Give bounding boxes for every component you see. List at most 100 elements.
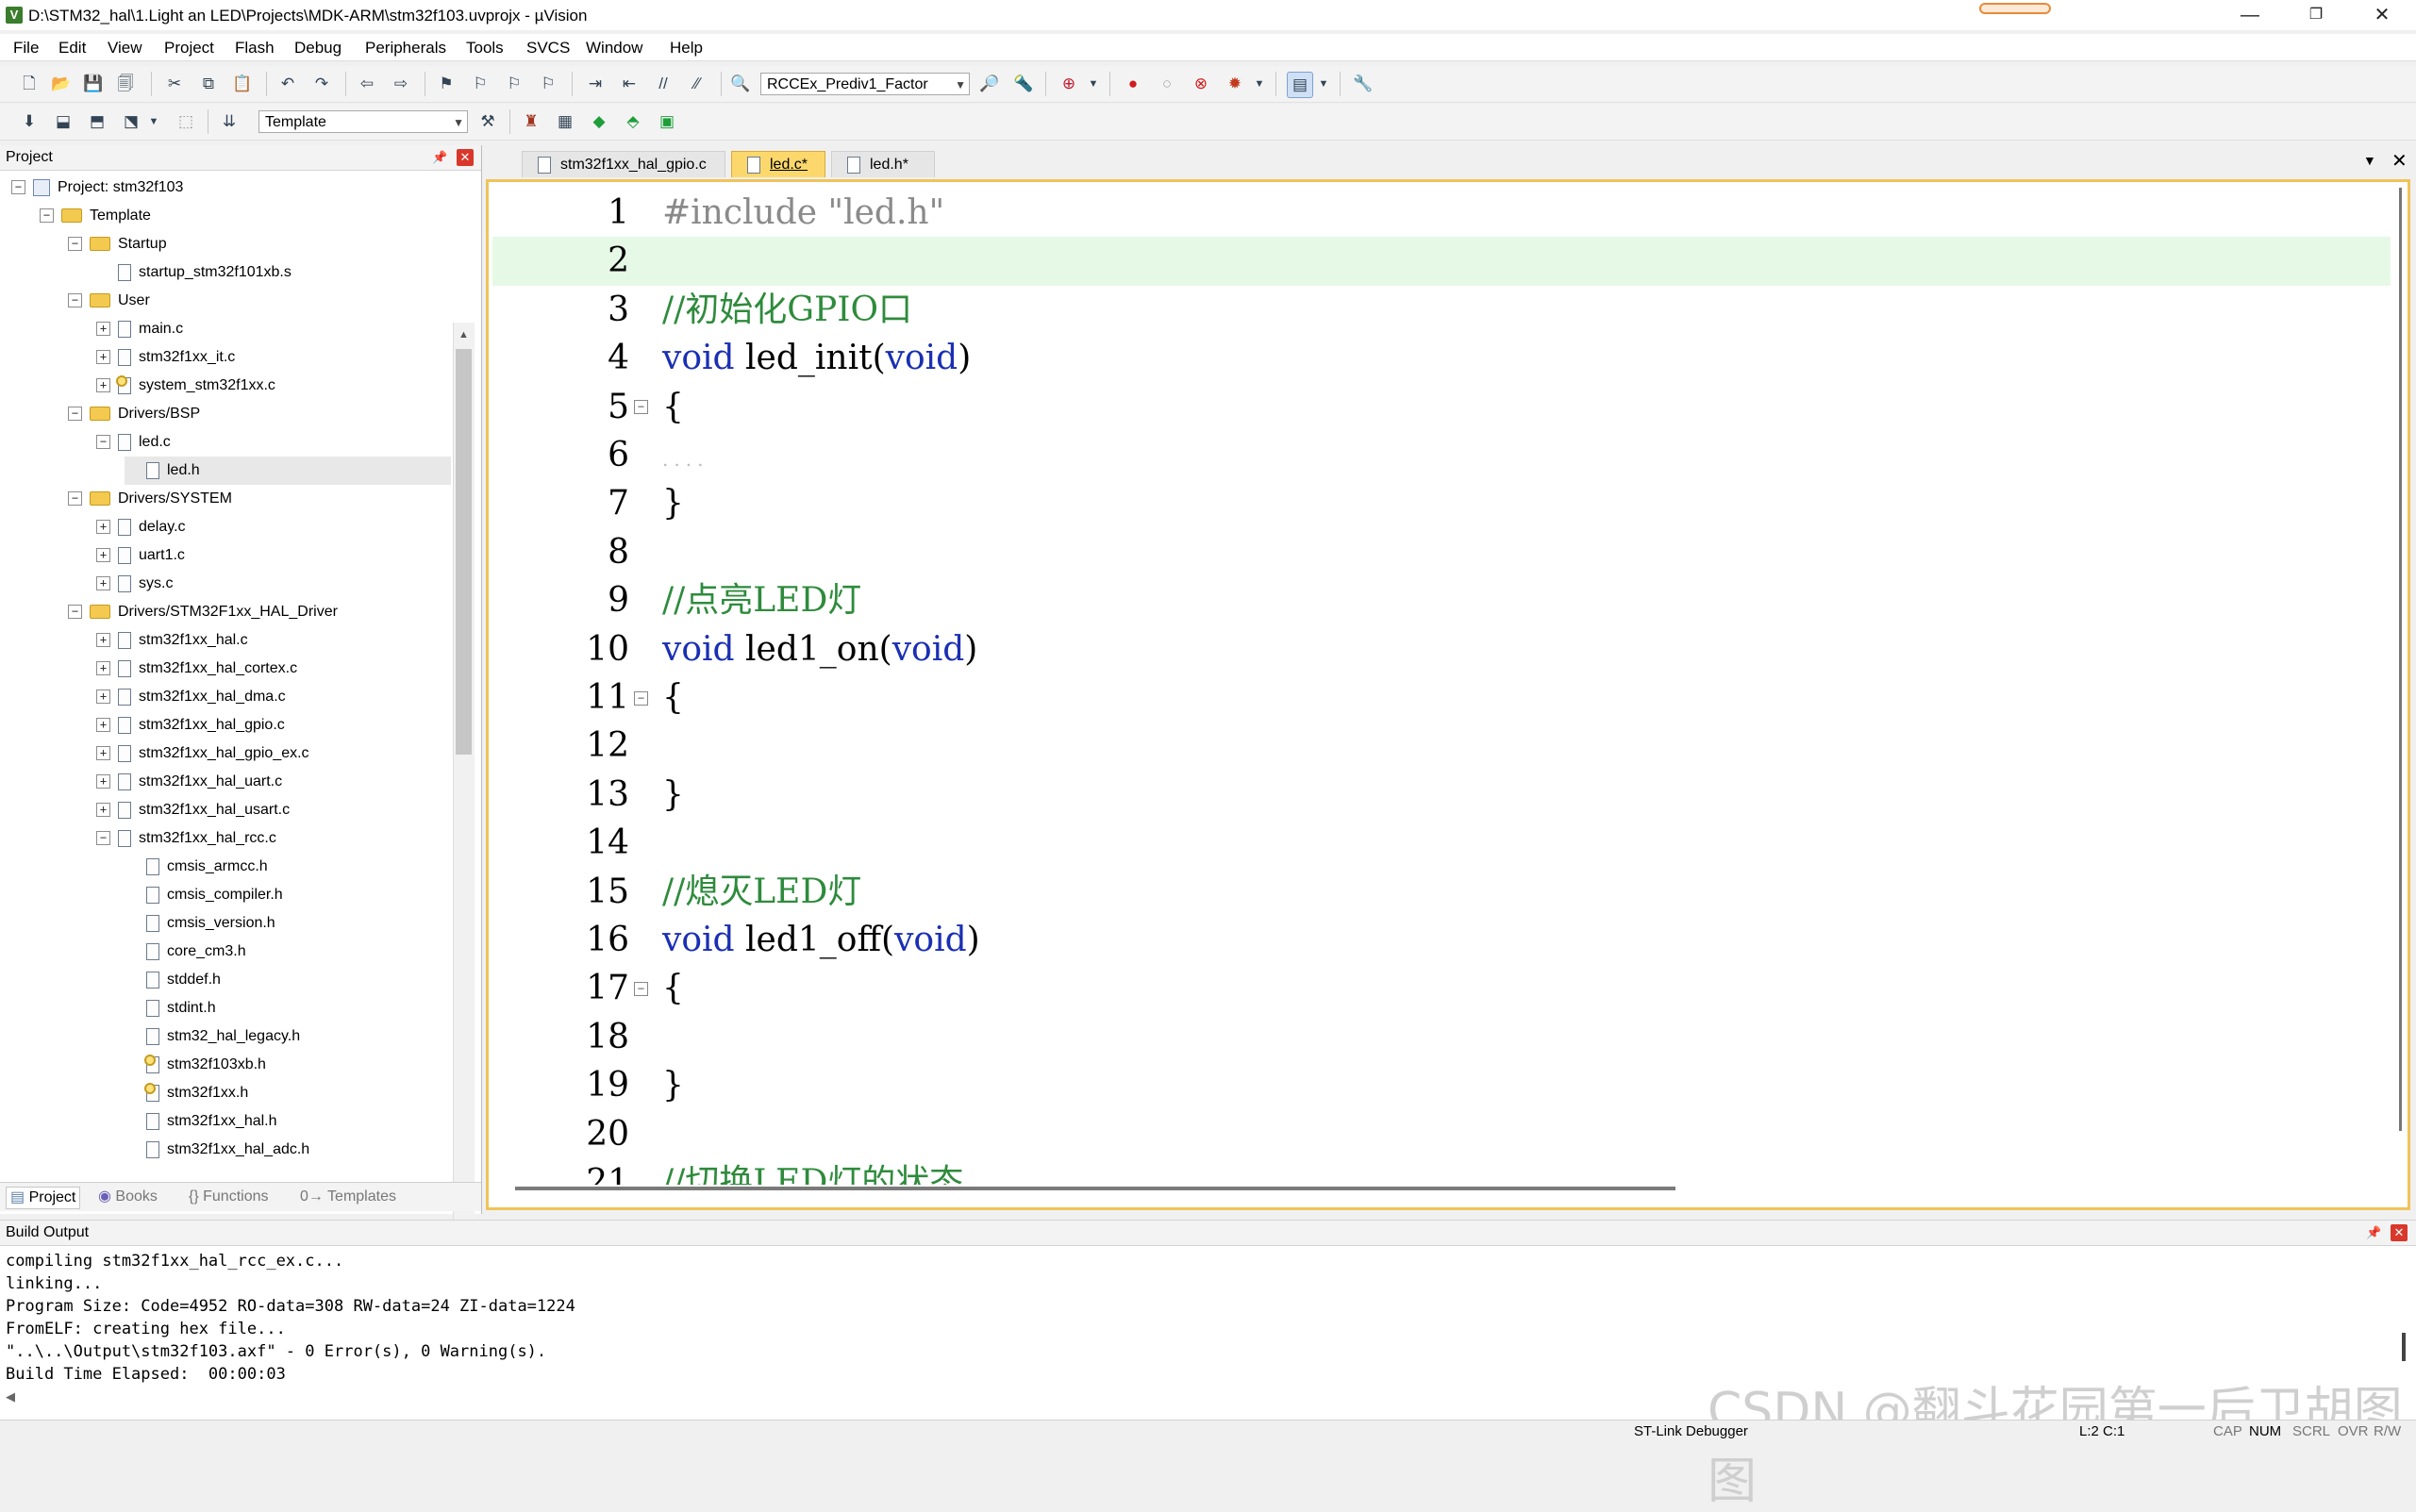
chevron-down-icon[interactable]: ▼ [1081,72,1106,96]
scroll-up-icon[interactable]: ▲ [456,326,472,343]
open-file-icon[interactable]: 📂 [49,72,74,96]
paste-icon[interactable]: 📋 [230,72,255,96]
tree-item[interactable]: cmsis_version.h [125,909,451,938]
tab-led-c[interactable]: led.c* [731,151,825,177]
close-window-button[interactable]: ✕ [2349,0,2415,30]
menu-window[interactable]: Window [586,39,642,58]
menu-view[interactable]: View [108,39,142,58]
collapse-icon[interactable]: − [11,180,25,195]
code-line[interactable]: 1 #include "led.h" [492,189,2391,237]
manage-project-items-icon[interactable]: ♜ [519,109,543,134]
menu-peripherals[interactable]: Peripherals [365,39,446,58]
editor-horizontal-scrollbar[interactable] [515,1187,1675,1190]
tree-item[interactable]: − Drivers/STM32F1xx_HAL_Driver [68,598,451,626]
code-line[interactable]: 4 void led_init(void) [492,334,2391,382]
tree-item[interactable]: + stm32f1xx_hal_usart.c [96,796,451,824]
next-bookmark-icon[interactable]: ⚐ [502,72,526,96]
chevron-down-icon[interactable]: ▼ [453,111,464,134]
expand-icon[interactable]: + [96,718,110,733]
tab-list-dropdown-icon[interactable]: ▼ [2363,153,2376,168]
select-packs-icon[interactable]: ◆ [587,109,611,134]
navigate-back-icon[interactable]: ⇦ [355,72,379,96]
window-layout-icon[interactable]: ▤ [1287,72,1313,98]
collapse-icon[interactable]: − [96,831,110,846]
tree-scroll-thumb[interactable] [456,349,472,755]
undo-icon[interactable]: ↶ [275,72,300,96]
menu-tools[interactable]: Tools [466,39,504,58]
tree-item[interactable]: stm32_hal_legacy.h [125,1022,451,1051]
find-in-files-icon[interactable]: 🔍 [728,72,753,96]
expand-icon[interactable]: + [96,774,110,789]
tree-item[interactable]: stm32f1xx_hal.h [125,1107,451,1136]
tree-item[interactable]: stddef.h [125,966,451,994]
pack-installer-icon[interactable]: ▣ [655,109,679,134]
close-editor-icon[interactable]: ✕ [2391,149,2408,173]
copy-icon[interactable]: ⧉ [196,72,221,96]
tree-item[interactable]: cmsis_compiler.h [125,881,451,909]
restore-button[interactable]: ❐ [2283,0,2349,30]
tree-item[interactable]: − led.c [96,428,451,457]
tree-item[interactable]: stm32f1xx.h [125,1079,451,1107]
debug-session-icon[interactable]: ⊕ [1057,72,1081,96]
incremental-find-icon[interactable]: 🔦 [1011,72,1036,96]
tree-item[interactable]: − Drivers/BSP [68,400,451,428]
configure-wrench-icon[interactable]: 🔧 [1351,72,1375,96]
tree-item[interactable]: − stm32f1xx_hal_rcc.c [96,824,451,853]
code-line[interactable]: 6.... [492,431,2391,479]
clear-breakpoints-icon[interactable]: ⊗ [1189,72,1213,96]
tree-item[interactable]: + stm32f1xx_hal_gpio.c [96,711,451,739]
menu-edit[interactable]: Edit [58,39,86,58]
tree-item[interactable]: core_cm3.h [125,938,451,966]
tree-item[interactable]: + uart1.c [96,541,451,570]
find-combo[interactable]: RCCEx_Prediv1_Factor ▼ [760,73,970,95]
tree-item[interactable]: + stm32f1xx_hal_gpio_ex.c [96,739,451,768]
redo-icon[interactable]: ↷ [309,72,334,96]
target-options-icon[interactable]: ⚒ [475,109,500,134]
kill-breakpoints-icon[interactable]: ✹ [1223,72,1247,96]
tree-item[interactable]: stm32f1xx_hal_adc.h [125,1136,451,1164]
build-output-scrollbar[interactable] [2402,1333,2406,1361]
translate-icon[interactable]: ⬇ [17,109,42,134]
expand-icon[interactable]: + [96,520,110,535]
tab-books[interactable]: ◉ Books [98,1187,158,1207]
fold-toggle-icon[interactable]: − [634,400,648,415]
tab-led-h[interactable]: led.h* [831,151,935,177]
target-select[interactable]: Template ▼ [258,110,468,133]
expand-icon[interactable]: + [96,690,110,705]
tab-stm32f1xx-hal-gpio-c[interactable]: stm32f1xx_hal_gpio.c [522,151,725,177]
tree-item[interactable]: + stm32f1xx_hal.c [96,626,451,655]
save-icon[interactable]: 💾 [81,72,106,96]
chevron-down-icon[interactable]: ▼ [955,74,966,96]
manage-runtime-icon[interactable]: ⬘ [621,109,645,134]
pin-icon[interactable]: 📌 [432,150,447,165]
code-line[interactable]: 16 void led1_off(void) [492,916,2391,964]
expand-icon[interactable]: + [96,378,110,393]
code-line[interactable]: 15 //熄灭LED灯 [492,868,2391,916]
indent-icon[interactable]: ⇥ [583,72,608,96]
tree-item[interactable]: + stm32f1xx_it.c [96,343,451,372]
chevron-down-icon[interactable]: ▼ [1311,72,1336,96]
code-line[interactable]: 11−{ [492,673,2391,722]
stop-build-icon[interactable]: ⬚ [174,109,198,134]
tab-functions[interactable]: {} Functions [189,1187,269,1207]
file-extensions-icon[interactable]: ▦ [553,109,577,134]
cut-icon[interactable]: ✂ [162,72,187,96]
code-line[interactable]: 5−{ [492,383,2391,431]
clear-bookmarks-icon[interactable]: ⚐ [536,72,560,96]
tab-project[interactable]: ▤ Project [6,1187,81,1209]
code-line[interactable]: 9 //点亮LED灯 [492,576,2391,624]
expand-icon[interactable]: + [96,322,110,337]
expand-icon[interactable]: + [96,548,110,563]
code-line[interactable]: 3 //初始化GPIO口 [492,286,2391,334]
rebuild-icon[interactable]: ⬒ [85,109,109,134]
tree-item[interactable]: + stm32f1xx_hal_dma.c [96,683,451,711]
collapse-icon[interactable]: − [68,605,82,620]
tree-scrollbar[interactable]: ▲ ▼ [453,323,475,1321]
tree-item[interactable]: + stm32f1xx_hal_uart.c [96,768,451,796]
code-line[interactable]: 17−{ [492,964,2391,1012]
tree-item[interactable]: stdint.h [125,994,451,1022]
menu-file[interactable]: File [13,39,39,58]
minimize-button[interactable]: — [2217,0,2283,30]
batch-build-icon[interactable]: ⬔ [119,109,143,134]
menu-project[interactable]: Project [164,39,214,58]
